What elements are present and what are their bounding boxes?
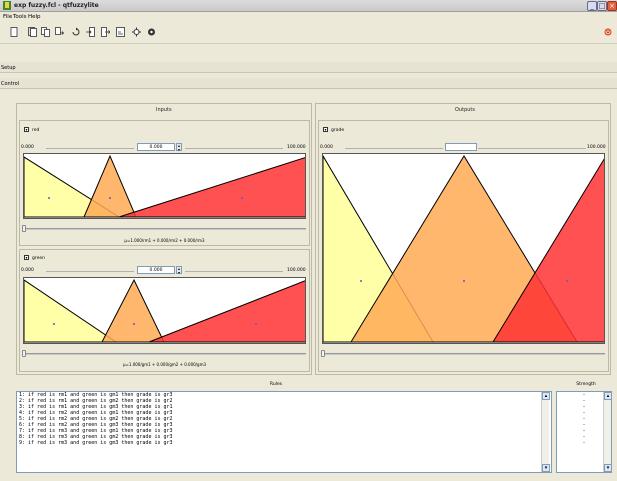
green-spin-arrows[interactable]: ▴ ▾ bbox=[176, 266, 182, 274]
gm2-term bbox=[101, 278, 165, 343]
open-icon[interactable] bbox=[28, 27, 37, 37]
green-min-label: 0.000 bbox=[21, 268, 34, 273]
green-checkbox[interactable]: ▾ bbox=[24, 255, 29, 260]
gr2-centroid bbox=[463, 280, 465, 282]
rules-list: 1: if red is rm1 and green is gm1 then g… bbox=[17, 392, 551, 446]
red-slider-handle[interactable] bbox=[22, 225, 26, 232]
app-icon bbox=[3, 1, 11, 10]
copy-icon[interactable] bbox=[41, 27, 50, 37]
gm3-term bbox=[148, 280, 305, 343]
grade-variable-name: grade bbox=[331, 128, 345, 133]
menu-file[interactable]: File bbox=[3, 14, 12, 20]
green-max-label: 100.000 bbox=[287, 268, 306, 273]
about-icon[interactable] bbox=[147, 27, 156, 37]
green-slider-track[interactable] bbox=[23, 353, 306, 355]
setup-section-header[interactable]: Setup bbox=[0, 62, 617, 73]
red-slider-track[interactable] bbox=[23, 228, 306, 230]
grade-plot bbox=[322, 153, 605, 344]
red-mu-text: µ=1.000/rm1 + 0.000/rm2 + 0.000/rm3 bbox=[124, 238, 205, 243]
rm2-term bbox=[83, 154, 137, 218]
undo-icon[interactable] bbox=[71, 27, 80, 37]
rules-header: Rules bbox=[269, 382, 283, 387]
menu-tools[interactable]: Tools bbox=[13, 14, 27, 20]
red-max-label: 100.000 bbox=[287, 145, 306, 150]
outputs-title: Outputs bbox=[455, 107, 475, 113]
window-title: exp fuzzy.fcl - qtfuzzylite bbox=[14, 2, 99, 9]
preview-icon[interactable] bbox=[116, 27, 125, 37]
green-range-line-right bbox=[185, 271, 283, 272]
paste-icon[interactable] bbox=[55, 27, 64, 37]
rules-scroll-down[interactable]: ▾ bbox=[542, 464, 550, 472]
grade-slider-handle bbox=[321, 350, 325, 357]
red-range-line-right bbox=[185, 148, 283, 149]
green-range-line-left bbox=[46, 271, 134, 272]
strength-scroll-down[interactable]: ▾ bbox=[604, 464, 612, 472]
menu-bar: File Tools Help bbox=[0, 12, 617, 22]
control-section-header[interactable]: Control bbox=[0, 78, 617, 89]
rules-scroll-up[interactable]: ▴ bbox=[542, 392, 550, 400]
rule-line: 9: if red is rm3 and green is gm3 then g… bbox=[19, 440, 173, 446]
green-slider-handle[interactable] bbox=[22, 350, 26, 357]
toolbar bbox=[0, 22, 617, 44]
rm3-term bbox=[118, 157, 305, 218]
green-mu-text: µ=1.000/gm1 + 0.000/gm2 + 0.000/gm3 bbox=[122, 362, 207, 367]
export-icon[interactable] bbox=[101, 27, 110, 37]
rm2-centroid bbox=[109, 197, 111, 199]
grade-max-label: 100.000 bbox=[587, 145, 606, 150]
strength-header: Strength bbox=[576, 382, 596, 387]
red-variable-name: red bbox=[32, 128, 40, 133]
red-range-line-left bbox=[46, 148, 134, 149]
red-plot bbox=[23, 153, 306, 219]
green-membership-chart bbox=[24, 278, 305, 343]
strength-scrollbar[interactable]: ▴ ▾ bbox=[603, 392, 612, 472]
close-button[interactable]: × bbox=[607, 1, 617, 11]
red-value-input[interactable]: 0.000 bbox=[137, 143, 175, 151]
grade-slider-track bbox=[322, 353, 605, 355]
strength-scroll-up[interactable]: ▴ bbox=[604, 392, 612, 400]
red-membership-chart bbox=[24, 154, 305, 218]
gm1-centroid bbox=[53, 323, 55, 325]
green-value-input[interactable]: 0.000 bbox=[137, 266, 175, 274]
new-icon[interactable] bbox=[10, 27, 19, 37]
control-label: Control bbox=[1, 81, 20, 87]
gm3-centroid bbox=[255, 323, 257, 325]
menu-help[interactable]: Help bbox=[28, 14, 41, 20]
grade-range-line-right bbox=[478, 148, 586, 149]
gm2-centroid bbox=[133, 323, 135, 325]
red-min-label: 0.000 bbox=[21, 145, 34, 150]
import-icon[interactable] bbox=[86, 27, 95, 37]
minimize-button[interactable]: _ bbox=[587, 1, 597, 11]
green-variable-name: green bbox=[32, 256, 45, 261]
rules-textarea[interactable]: 1: if red is rm1 and green is gm1 then g… bbox=[16, 391, 552, 473]
power-icon[interactable] bbox=[604, 28, 612, 36]
red-checkbox[interactable]: ▾ bbox=[24, 127, 29, 132]
gm1-term bbox=[24, 279, 118, 343]
grade-checkbox[interactable]: ▾ bbox=[323, 127, 328, 132]
grade-range-line-left bbox=[345, 148, 443, 149]
red-spin-arrows[interactable]: ▴ ▾ bbox=[176, 143, 182, 151]
title-bar: exp fuzzy.fcl - qtfuzzylite _ □ × bbox=[0, 0, 617, 12]
grade-membership-chart bbox=[323, 155, 604, 343]
inputs-title: Inputs bbox=[156, 107, 172, 113]
rm1-centroid bbox=[48, 197, 50, 199]
settings-icon[interactable] bbox=[132, 27, 141, 37]
rm3-centroid bbox=[241, 197, 243, 199]
maximize-button[interactable]: □ bbox=[597, 1, 607, 11]
rules-scrollbar[interactable]: ▴ ▾ bbox=[541, 392, 550, 472]
green-plot bbox=[23, 277, 306, 344]
grade-value-output bbox=[445, 143, 477, 151]
setup-label: Setup bbox=[1, 65, 16, 71]
gr1-centroid bbox=[360, 280, 362, 282]
grade-min-label: 0.000 bbox=[320, 145, 333, 150]
gr3-centroid bbox=[566, 280, 568, 282]
